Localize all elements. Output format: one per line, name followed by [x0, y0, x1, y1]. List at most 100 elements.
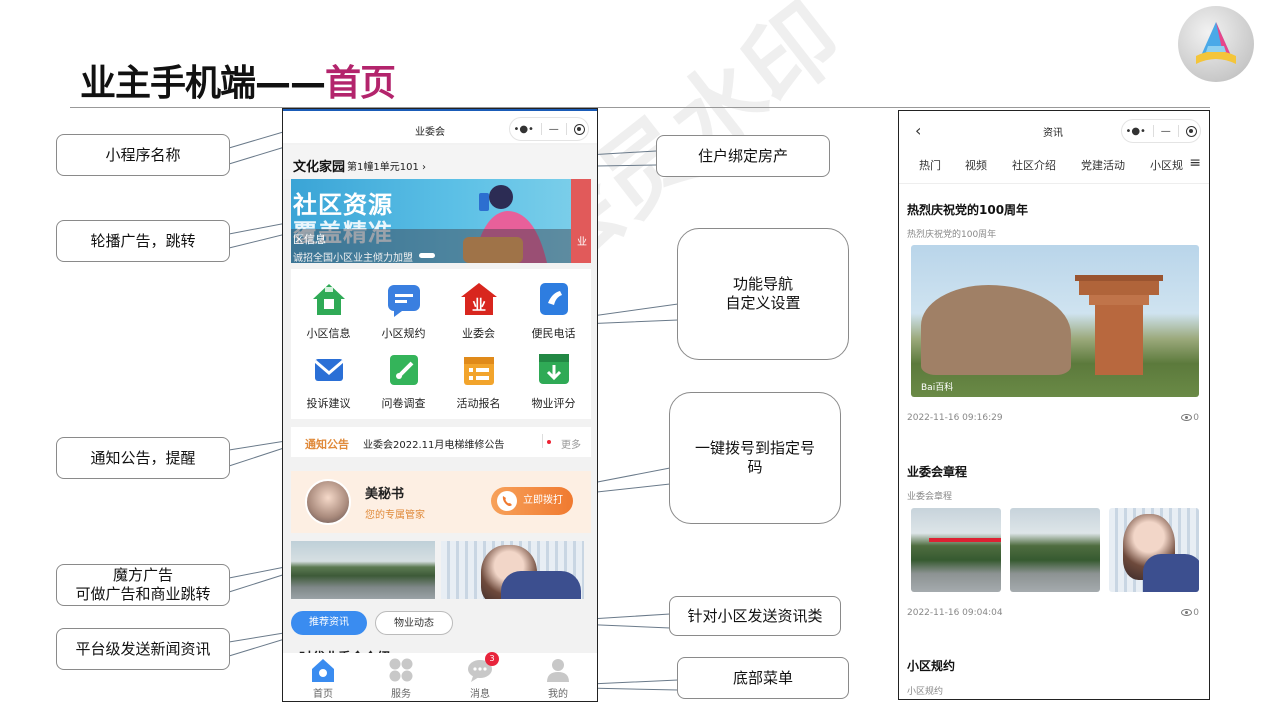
call-now-label: 立即拨打	[523, 495, 563, 506]
tabbar-home[interactable]: 首页	[293, 657, 353, 700]
tabbar-label: 服务	[391, 689, 411, 700]
article-title[interactable]: 热烈庆祝党的100周年	[907, 201, 1028, 218]
function-label: 小区规约	[381, 327, 426, 340]
capsule-separator	[565, 123, 567, 135]
function-community-rules[interactable]: 小区规约	[366, 279, 441, 341]
house-selector[interactable]: 文化家园 第1幢1单元101 ›	[283, 145, 597, 179]
next-slide-label: 业	[577, 237, 587, 248]
tab-video[interactable]: 视频	[965, 157, 987, 173]
avatar	[305, 479, 351, 525]
chat-bubble-icon	[384, 279, 424, 319]
view-count: 0	[1193, 413, 1199, 423]
article-title[interactable]: 小区规约	[907, 657, 955, 674]
article-subtitle: 小区规约	[907, 687, 944, 697]
function-survey[interactable]: 问卷调查	[366, 349, 441, 411]
function-grid: 小区信息 小区规约 业 业委会 便民电话 投诉建议 问卷调查 活动报名 物业评分	[291, 269, 591, 419]
message-count-badge: 3	[485, 652, 499, 666]
tab-community-intro[interactable]: 社区介绍	[1012, 157, 1056, 173]
function-owners-committee[interactable]: 业 业委会	[441, 279, 516, 341]
callout-func-nav: 功能导航 自定义设置	[677, 228, 849, 360]
article-thumbnail[interactable]	[1109, 508, 1199, 592]
news-page-title: 资讯	[1043, 128, 1063, 139]
function-complaints[interactable]: 投诉建议	[291, 349, 366, 411]
slide-title: 业主手机端——首页	[80, 54, 396, 106]
capsule-menu[interactable]: •●• —	[509, 117, 589, 141]
article-photo[interactable]: Bai百科	[911, 245, 1199, 397]
tabbar-services[interactable]: 服务	[371, 657, 431, 700]
banner-caption: 区信息	[293, 233, 326, 246]
article-title[interactable]: 业委会章程	[907, 463, 967, 480]
article-subtitle: 热烈庆祝党的100周年	[907, 230, 997, 240]
secretary-name: 美秘书	[365, 487, 405, 502]
tab-hot[interactable]: 热门	[919, 157, 941, 173]
notice-more-link[interactable]: 更多	[561, 436, 581, 451]
article-thumbnail[interactable]	[1010, 508, 1100, 592]
committee-house-icon: 业	[459, 279, 499, 319]
more-dots-icon[interactable]: •●•	[1125, 126, 1146, 137]
phone-home-screen: 业委会 •●• — 文化家园 第1幢1单元101 › 社区资源 覆盖精准 区信息…	[282, 108, 598, 702]
notice-dot-icon	[547, 440, 551, 444]
more-dots-icon[interactable]: •●•	[513, 124, 534, 135]
minimize-icon[interactable]: —	[549, 124, 559, 135]
carousel-banner[interactable]: 社区资源 覆盖精准 区信息 诚招全国小区业主倾力加盟 业	[291, 179, 591, 263]
svg-text:业: 业	[472, 298, 486, 314]
function-label: 问卷调查	[381, 397, 426, 410]
notice-text[interactable]: 业委会2022.11月电梯维修公告	[363, 436, 504, 451]
thumb-red-banner	[929, 538, 1001, 542]
article-date: 2022-11-16 09:16:29	[907, 413, 1003, 423]
call-now-button[interactable]: 立即拨打	[491, 487, 573, 515]
tab-property-updates[interactable]: 物业动态	[375, 611, 453, 635]
news-navbar: ‹ 资讯 •●• —	[899, 111, 1209, 151]
function-property-rating[interactable]: 物业评分	[516, 349, 591, 411]
download-box-icon	[534, 349, 574, 389]
survey-pen-icon	[384, 349, 424, 389]
photo-source-mark: Bai百科	[921, 383, 954, 393]
notice-tag: 通知公告	[305, 438, 349, 451]
function-convenience-phone[interactable]: 便民电话	[516, 279, 591, 341]
function-label: 业委会	[462, 327, 495, 340]
calendar-icon	[459, 349, 499, 389]
function-label: 便民电话	[531, 327, 576, 340]
callout-mini-program-name: 小程序名称	[56, 134, 230, 176]
article-thumbnail[interactable]	[911, 508, 1001, 592]
phone-news-screen: ‹ 资讯 •●• — 热门 视频 社区介绍 党建活动 小区规 ≡ 热烈庆祝党的1…	[898, 110, 1210, 700]
callout-one-click-call: 一键拨号到指定号 码	[669, 392, 841, 524]
callout-notice: 通知公告，提醒	[56, 437, 230, 479]
menu-icon[interactable]: ≡	[1189, 155, 1201, 171]
cube-ad-right[interactable]	[441, 541, 584, 599]
capsule-menu[interactable]: •●• —	[1121, 119, 1201, 143]
next-slide-peek[interactable]: 业	[571, 179, 591, 263]
carousel-pager	[419, 253, 435, 258]
banner-subcaption: 诚招全国小区业主倾力加盟	[293, 253, 413, 263]
function-event-signup[interactable]: 活动报名	[441, 349, 516, 411]
function-label: 物业评分	[531, 397, 576, 410]
capsule-separator	[1152, 125, 1154, 137]
tabbar-profile[interactable]: 我的	[528, 657, 588, 700]
photo-gate-shape	[1075, 275, 1163, 375]
ad-portrait-sweater	[501, 571, 581, 599]
close-target-icon[interactable]	[573, 123, 585, 135]
news-tabs: 推荐资讯 物业动态	[291, 609, 591, 637]
notice-bar[interactable]: 通知公告 业委会2022.11月电梯维修公告 更多	[291, 427, 591, 457]
capsule-separator	[540, 123, 542, 135]
function-community-info[interactable]: 小区信息	[291, 279, 366, 341]
cube-ad-left[interactable]	[291, 541, 435, 599]
message-icon: 3	[467, 652, 499, 683]
close-target-icon[interactable]	[1185, 125, 1197, 137]
tab-recommended-news[interactable]: 推荐资讯	[291, 611, 367, 635]
article-views: 0	[1181, 608, 1199, 618]
phone-call-icon	[497, 491, 517, 511]
tabbar-label: 首页	[313, 689, 333, 700]
tab-community-rules[interactable]: 小区规	[1150, 157, 1183, 173]
tabbar-messages[interactable]: 3 消息	[450, 652, 510, 700]
bottom-tab-bar: 首页 服务 3 消息 我的	[283, 652, 597, 701]
envelope-icon	[309, 349, 349, 389]
secretary-card: 美秘书 您的专属管家 立即拨打	[291, 471, 591, 533]
minimize-icon[interactable]: —	[1161, 126, 1171, 137]
user-icon	[545, 657, 571, 683]
brand-logo	[1178, 6, 1254, 82]
tab-party-activities[interactable]: 党建活动	[1081, 157, 1125, 173]
tabs-divider	[899, 183, 1209, 184]
back-chevron-icon[interactable]: ‹	[915, 121, 921, 140]
news-category-tabs: 热门 视频 社区介绍 党建活动 小区规 ≡	[899, 151, 1209, 183]
